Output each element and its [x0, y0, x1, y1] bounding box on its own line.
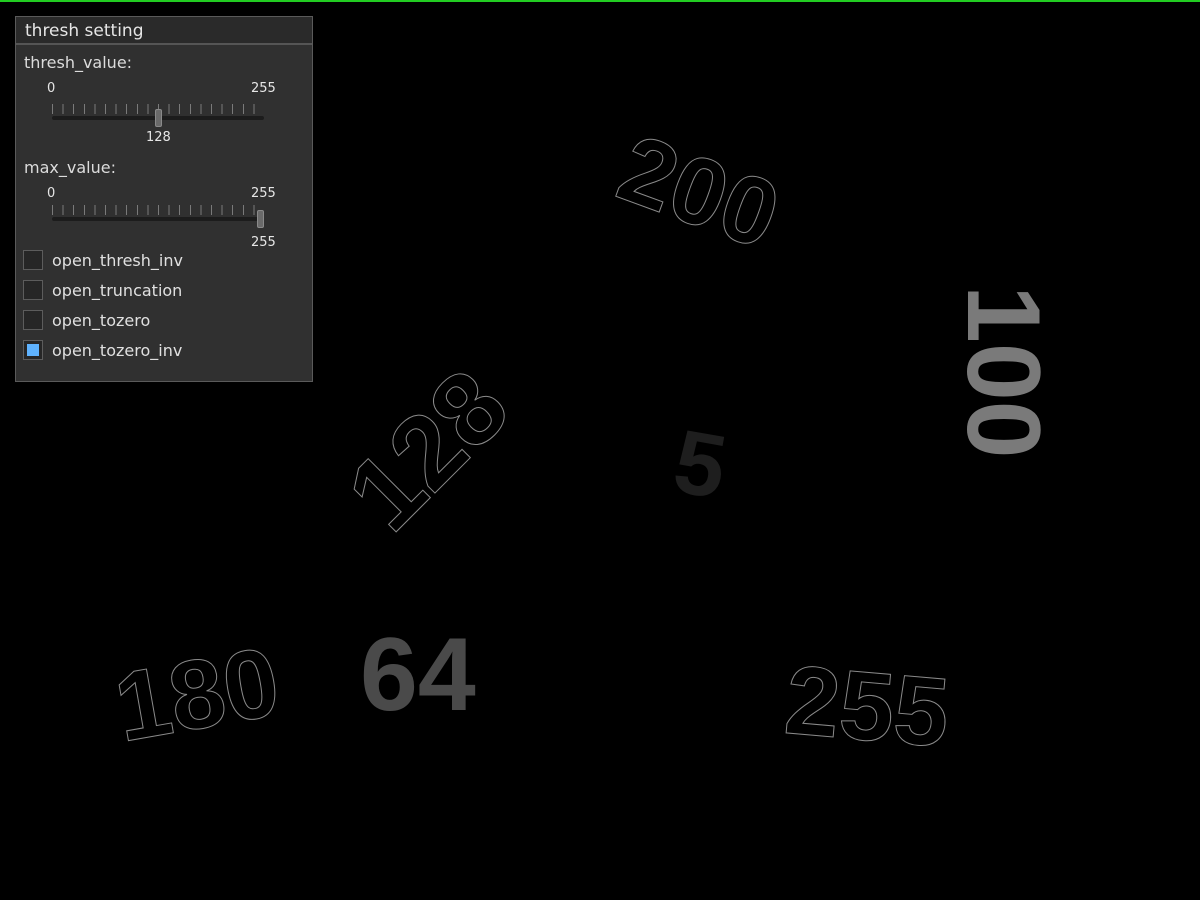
truncation-checkbox[interactable]	[23, 280, 43, 300]
thresh-value-label: thresh_value:	[24, 53, 133, 72]
slider-ticks	[52, 205, 264, 215]
option-tozero-inv[interactable]: open_tozero_inv	[23, 338, 182, 362]
tozero-inv-label: open_tozero_inv	[52, 340, 183, 360]
max-value-label: max_value:	[24, 158, 116, 177]
canvas-number-200: 200	[605, 114, 793, 270]
thresh-current-value: 128	[146, 130, 171, 145]
truncation-label: open_truncation	[52, 280, 183, 300]
thresh-min-label: 0	[47, 81, 56, 96]
tozero-label: open_tozero	[52, 310, 151, 330]
window-top-border	[0, 0, 1200, 2]
option-thresh-inv[interactable]: open_thresh_inv	[23, 248, 183, 272]
tozero-checkbox[interactable]	[23, 310, 43, 330]
thresh-slider-thumb[interactable]	[154, 109, 162, 127]
canvas-number-255: 255	[780, 644, 954, 769]
max-current-value: 255	[251, 235, 276, 250]
slider-track	[52, 217, 264, 221]
max-value-slider[interactable]	[52, 205, 264, 228]
thresh-inv-checkbox[interactable]	[23, 250, 43, 270]
thresh-value-slider[interactable]	[52, 104, 264, 127]
thresh-inv-label: open_thresh_inv	[52, 250, 183, 270]
canvas-number-100: 100	[945, 285, 1061, 459]
canvas-number-180: 180	[106, 625, 288, 763]
canvas-number-64: 64	[360, 617, 476, 733]
max-max-label: 255	[251, 186, 276, 201]
canvas-number-5: 5	[666, 411, 734, 519]
canvas-number-128: 128	[325, 348, 531, 554]
max-min-label: 0	[47, 186, 56, 201]
max-slider-thumb[interactable]	[257, 210, 264, 228]
thresh-max-label: 255	[251, 81, 276, 96]
option-truncation[interactable]: open_truncation	[23, 278, 182, 302]
panel-title[interactable]: thresh setting	[16, 17, 312, 45]
tozero-inv-checkbox[interactable]	[23, 340, 43, 360]
option-tozero[interactable]: open_tozero	[23, 308, 150, 332]
thresh-setting-panel: thresh setting thresh_value: 0 255 128 m…	[15, 16, 313, 382]
